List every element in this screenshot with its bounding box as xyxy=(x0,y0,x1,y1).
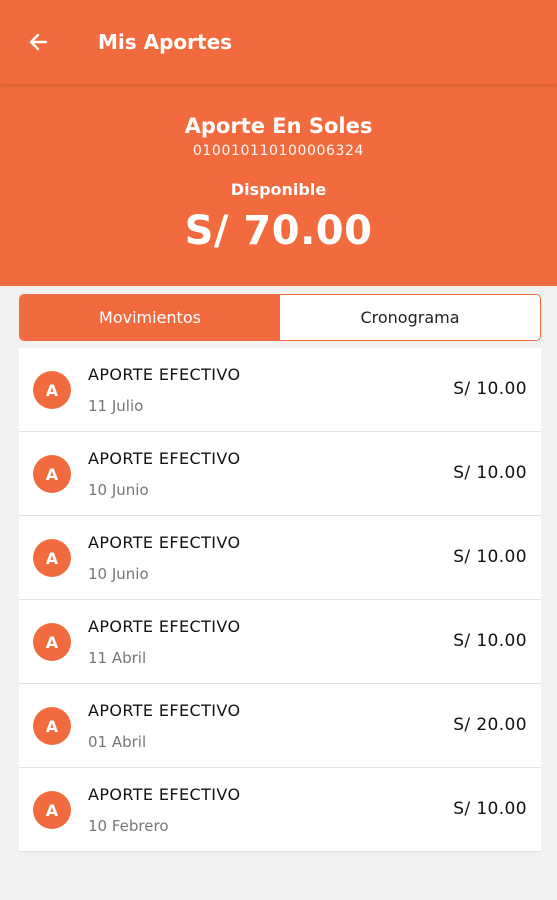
movement-date: 11 Abril xyxy=(88,649,147,667)
movements-list: A APORTE EFECTIVO 11 Julio S/ 10.00 A AP… xyxy=(19,348,541,852)
movement-date: 01 Abril xyxy=(88,733,147,751)
tab-movimientos[interactable]: Movimientos xyxy=(20,295,280,340)
avatar: A xyxy=(33,791,71,829)
avatar: A xyxy=(33,539,71,577)
avatar: A xyxy=(33,707,71,745)
account-name: Aporte En Soles xyxy=(184,114,373,138)
tab-bar: Movimientos Cronograma xyxy=(19,294,541,341)
page-title: Mis Aportes xyxy=(98,30,233,54)
list-item[interactable]: A APORTE EFECTIVO 10 Junio S/ 10.00 xyxy=(19,516,541,600)
app-bar: Mis Aportes xyxy=(0,0,557,84)
list-item[interactable]: A APORTE EFECTIVO 11 Abril S/ 10.00 xyxy=(19,600,541,684)
movement-title: APORTE EFECTIVO xyxy=(88,617,241,636)
movement-date: 10 Junio xyxy=(88,565,149,583)
movement-date: 10 Junio xyxy=(88,481,149,499)
movement-title: APORTE EFECTIVO xyxy=(88,701,241,720)
movement-amount: S/ 10.00 xyxy=(453,547,527,567)
movement-title: APORTE EFECTIVO xyxy=(88,785,241,804)
movement-date: 11 Julio xyxy=(88,397,144,415)
movement-amount: S/ 10.00 xyxy=(453,799,527,819)
account-summary: Aporte En Soles 010010110100006324 Dispo… xyxy=(0,84,557,286)
back-button[interactable] xyxy=(20,24,56,60)
movement-title: APORTE EFECTIVO xyxy=(88,449,241,468)
movement-title: APORTE EFECTIVO xyxy=(88,533,241,552)
available-label: Disponible xyxy=(230,180,327,199)
movement-title: APORTE EFECTIVO xyxy=(88,365,241,384)
movement-amount: S/ 10.00 xyxy=(453,379,527,399)
avatar: A xyxy=(33,371,71,409)
arrow-left-icon xyxy=(29,33,48,51)
tab-cronograma[interactable]: Cronograma xyxy=(280,295,540,340)
movement-amount: S/ 10.00 xyxy=(453,463,527,483)
list-item[interactable]: A APORTE EFECTIVO 10 Junio S/ 10.00 xyxy=(19,432,541,516)
avatar: A xyxy=(33,623,71,661)
list-item[interactable]: A APORTE EFECTIVO 01 Abril S/ 20.00 xyxy=(19,684,541,768)
movement-date: 10 Febrero xyxy=(88,817,169,835)
avatar: A xyxy=(33,455,71,493)
available-balance: S/ 70.00 xyxy=(184,208,373,254)
movement-amount: S/ 10.00 xyxy=(453,631,527,651)
list-item[interactable]: A APORTE EFECTIVO 10 Febrero S/ 10.00 xyxy=(19,768,541,852)
list-item[interactable]: A APORTE EFECTIVO 11 Julio S/ 10.00 xyxy=(19,348,541,432)
account-number: 010010110100006324 xyxy=(192,143,365,159)
movement-amount: S/ 20.00 xyxy=(453,715,527,735)
